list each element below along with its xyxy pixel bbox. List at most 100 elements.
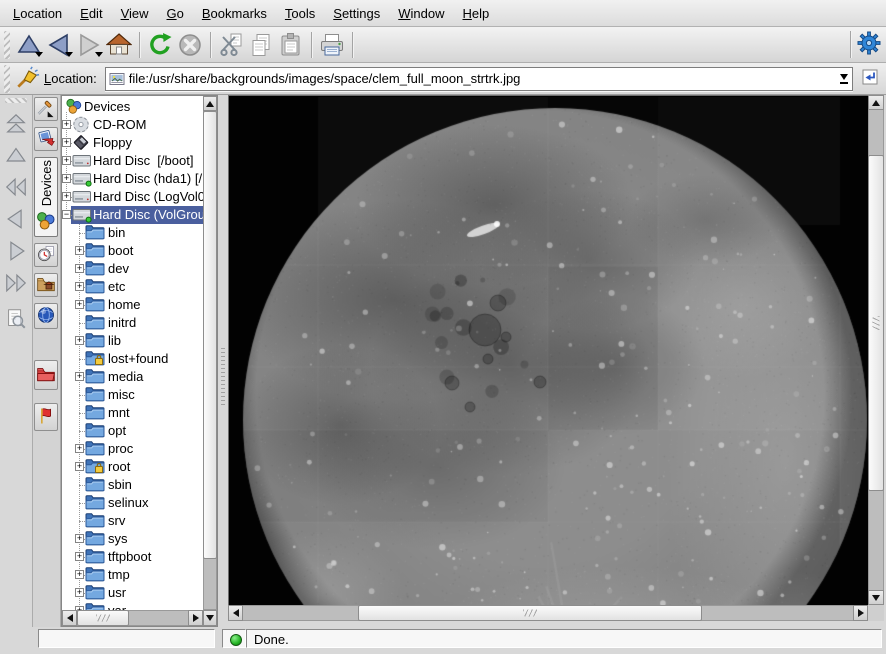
tree-item-hard-disc-volgrou[interactable]: −Hard Disc (VolGrou (62, 206, 203, 224)
tree-item-usr[interactable]: +usr (62, 584, 203, 602)
sidebar-tab-devices[interactable]: Devices (34, 157, 58, 237)
tree-item-tmp[interactable]: +tmp (62, 566, 203, 584)
tree-expander-plus-icon[interactable]: + (75, 264, 84, 273)
location-toolbar-grip[interactable] (4, 65, 10, 93)
tree-item-cd-rom[interactable]: +CD-ROM (62, 116, 203, 134)
toolbar-grip[interactable] (4, 31, 10, 59)
tree-expander-plus-icon[interactable]: + (75, 462, 84, 471)
tree-item-misc[interactable]: misc (62, 386, 203, 404)
menu-item-location[interactable]: Location (4, 2, 71, 25)
dropdown-arrow-icon[interactable] (95, 52, 103, 57)
tree-expander-plus-icon[interactable]: + (75, 246, 84, 255)
tree-expander-plus-icon[interactable]: + (75, 534, 84, 543)
dropdown-arrow-icon[interactable] (35, 52, 43, 57)
menu-item-tools[interactable]: Tools (276, 2, 324, 25)
tree-item-mnt[interactable]: mnt (62, 404, 203, 422)
sidebar-tab-home-folder[interactable] (34, 273, 58, 297)
go-button[interactable] (859, 68, 881, 90)
tree-expander-plus-icon[interactable]: + (62, 120, 71, 129)
view-hscroll-thumb[interactable] (358, 605, 702, 621)
tree-item-dev[interactable]: +dev (62, 260, 203, 278)
tree-expander-plus-icon[interactable]: + (75, 570, 84, 579)
tree-item-opt[interactable]: opt (62, 422, 203, 440)
tree-item-home[interactable]: +home (62, 296, 203, 314)
tree-item-hard-disc-hda1[interactable]: +Hard Disc (hda1) [/ (62, 170, 203, 188)
menu-item-settings[interactable]: Settings (324, 2, 389, 25)
tree-item-hard-disc-boot[interactable]: +Hard Disc [/boot] (62, 152, 203, 170)
tree-expander-plus-icon[interactable]: + (62, 138, 71, 147)
nav-page-up-button[interactable] (3, 113, 29, 139)
nav-up-button[interactable] (3, 143, 29, 169)
sidebar-tab-bookmarks[interactable] (34, 127, 58, 151)
tree-expander-minus-icon[interactable]: − (62, 210, 71, 219)
navigation-strip-grip[interactable] (5, 98, 27, 103)
sidebar-config-button[interactable] (34, 97, 58, 121)
tree-scroll-down-button[interactable] (203, 610, 217, 626)
tree-item-boot[interactable]: +boot (62, 242, 203, 260)
tree-expander-plus-icon[interactable]: + (75, 552, 84, 561)
tree-expander-plus-icon[interactable]: + (62, 156, 71, 165)
menu-item-bookmarks[interactable]: Bookmarks (193, 2, 276, 25)
sidebar-tab-root-folder[interactable] (34, 360, 58, 390)
tree-item-root[interactable]: +root (62, 458, 203, 476)
tree-expander-plus-icon[interactable]: + (75, 588, 84, 597)
forward-button[interactable] (74, 30, 104, 60)
tree-scroll-right-button[interactable] (188, 610, 203, 626)
tree-scroll-left-button[interactable] (62, 610, 77, 626)
nav-rewind-button[interactable] (3, 175, 29, 201)
tree-item-media[interactable]: +media (62, 368, 203, 386)
tree-expander-plus-icon[interactable]: + (75, 372, 84, 381)
tree-vscroll-thumb[interactable] (203, 111, 217, 559)
tree-expander-plus-icon[interactable]: + (62, 192, 71, 201)
menu-item-window[interactable]: Window (389, 2, 453, 25)
tree-item-bin[interactable]: bin (62, 224, 203, 242)
tree-item-sbin[interactable]: sbin (62, 476, 203, 494)
up-button[interactable] (14, 30, 44, 60)
sidebar-tab-network[interactable] (34, 303, 58, 329)
tree-item-var[interactable]: +var (62, 602, 203, 610)
tree-scroll-up-button[interactable] (203, 96, 217, 111)
tree-item-lost-found[interactable]: lost+found (62, 350, 203, 368)
menu-item-go[interactable]: Go (158, 2, 193, 25)
dropdown-arrow-icon[interactable] (65, 52, 73, 57)
tree-item-initrd[interactable]: initrd (62, 314, 203, 332)
view-scroll-down-button[interactable] (868, 590, 884, 605)
tree-item-srv[interactable]: srv (62, 512, 203, 530)
menu-item-view[interactable]: View (112, 2, 158, 25)
sidebar-tab-services[interactable] (34, 403, 58, 431)
copy-button[interactable] (246, 30, 276, 60)
home-button[interactable] (104, 30, 134, 60)
tree-item-etc[interactable]: +etc (62, 278, 203, 296)
tree-item-tftpboot[interactable]: +tftpboot (62, 548, 203, 566)
sidebar-splitter[interactable] (218, 95, 228, 627)
tree-item-selinux[interactable]: selinux (62, 494, 203, 512)
view-vscroll-thumb[interactable] (868, 155, 884, 491)
back-button[interactable] (44, 30, 74, 60)
location-dropdown-arrow[interactable] (835, 68, 852, 90)
tree-item-floppy[interactable]: +Floppy (62, 134, 203, 152)
reload-button[interactable] (145, 30, 175, 60)
nav-forward-button[interactable] (3, 239, 29, 265)
cut-button[interactable] (216, 30, 246, 60)
nav-find-button[interactable] (3, 307, 29, 333)
menu-item-help[interactable]: Help (454, 2, 499, 25)
paste-button[interactable] (276, 30, 306, 60)
tree-item-hard-disc-logvol0[interactable]: +Hard Disc (LogVol0 (62, 188, 203, 206)
tree-expander-plus-icon[interactable]: + (75, 282, 84, 291)
view-scroll-right-button[interactable] (853, 605, 868, 621)
splitter-handle[interactable] (221, 345, 225, 405)
nav-fast-forward-button[interactable] (3, 271, 29, 297)
location-input[interactable]: file:/usr/share/backgrounds/images/space… (105, 67, 853, 91)
view-scroll-left-button[interactable] (228, 605, 243, 621)
menu-item-edit[interactable]: Edit (71, 2, 111, 25)
print-button[interactable] (317, 30, 347, 60)
tree-expander-plus-icon[interactable]: + (75, 336, 84, 345)
tree-expander-plus-icon[interactable]: + (75, 444, 84, 453)
tree-item-sys[interactable]: +sys (62, 530, 203, 548)
tree-expander-plus-icon[interactable]: + (62, 174, 71, 183)
stop-button[interactable] (175, 30, 205, 60)
tree-item-lib[interactable]: +lib (62, 332, 203, 350)
tree-expander-plus-icon[interactable]: + (75, 300, 84, 309)
clear-location-button[interactable] (14, 65, 42, 93)
tree-item-devices[interactable]: Devices (62, 98, 203, 116)
